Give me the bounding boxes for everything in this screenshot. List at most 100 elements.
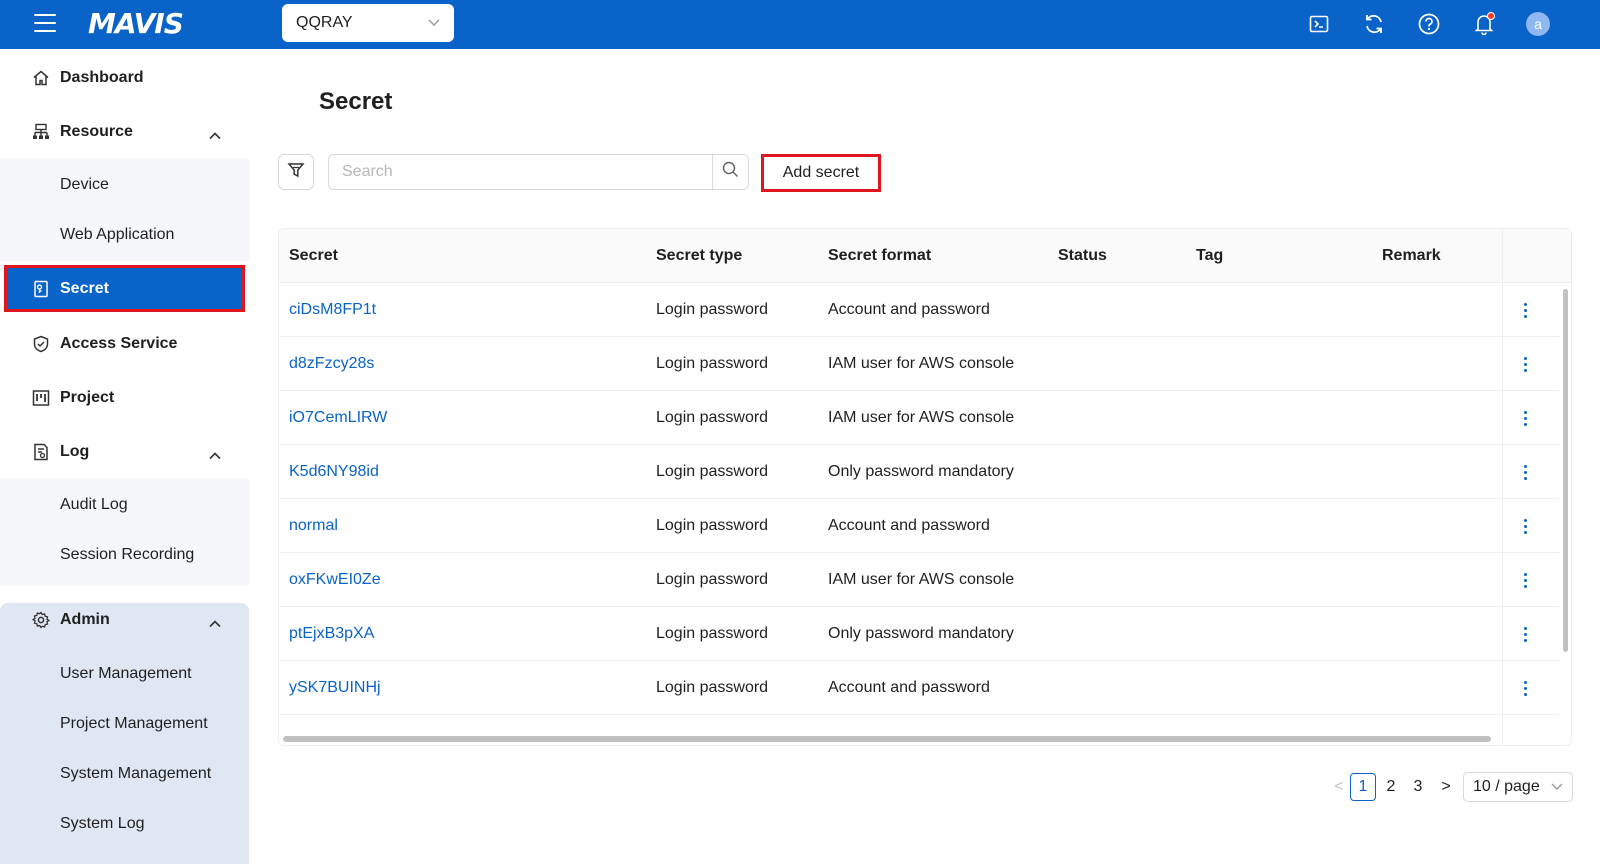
sidebar-item-log[interactable]: Log: [0, 425, 249, 479]
secret-name-link[interactable]: iO7CemLIRW: [289, 391, 387, 445]
table-row: iO7CemLIRW Login password IAM user for AWS…: [279, 391, 1559, 445]
sidebar-item-project-management[interactable]: Project Management: [0, 699, 249, 749]
secret-name-link[interactable]: K5d6NY98id: [289, 445, 379, 499]
pagination-page-1[interactable]: 1: [1350, 773, 1376, 801]
app-logo: MAVIS: [88, 7, 184, 40]
sidebar-item-label: Project: [60, 389, 115, 406]
column-header-secret-format: Secret format: [828, 247, 932, 264]
sidebar-item-label: Log: [60, 443, 90, 460]
notification-dot: [1487, 12, 1495, 20]
sidebar-item-web-application[interactable]: Web Application: [0, 210, 249, 260]
chevron-up-icon: [209, 127, 221, 145]
secret-name-link[interactable]: ySK7BUINHj: [289, 661, 381, 715]
sidebar: Dashboard Resource Device Web Applicatio…: [0, 49, 249, 864]
secret-format-cell: Only password mandatory: [828, 625, 1014, 642]
page-size-value: 10 / page: [1473, 778, 1540, 795]
sidebar-item-label: Dashboard: [60, 69, 144, 86]
key-file-icon: [32, 280, 50, 298]
column-header-tag: Tag: [1196, 247, 1224, 264]
add-secret-button[interactable]: Add secret: [761, 154, 881, 192]
search-button[interactable]: [712, 155, 748, 189]
horizontal-scrollbar[interactable]: [283, 736, 1491, 742]
pagination-prev-button[interactable]: <: [1326, 773, 1352, 801]
menu-icon[interactable]: [34, 14, 56, 32]
bell-icon[interactable]: [1472, 12, 1496, 36]
more-actions-icon[interactable]: [1515, 514, 1535, 538]
more-actions-icon[interactable]: [1515, 676, 1535, 700]
sidebar-item-session-recording[interactable]: Session Recording: [0, 530, 249, 580]
column-header-remark: Remark: [1382, 247, 1441, 264]
sidebar-item-admin[interactable]: Admin: [0, 593, 249, 647]
more-actions-icon[interactable]: [1515, 568, 1535, 592]
sidebar-item-label: Secret: [60, 279, 109, 297]
pagination-next-button[interactable]: >: [1433, 773, 1459, 801]
more-actions-icon[interactable]: [1515, 622, 1535, 646]
more-actions-icon[interactable]: [1515, 406, 1535, 430]
secret-name-link[interactable]: d8zFzcy28s: [289, 337, 374, 391]
search-box: [328, 154, 749, 190]
secret-type-cell: Login password: [656, 463, 769, 480]
pagination-page-3[interactable]: 3: [1405, 773, 1431, 801]
avatar[interactable]: a: [1526, 12, 1550, 36]
secret-name-link[interactable]: ciDsM8FP1t: [289, 283, 376, 337]
sidebar-item-resource[interactable]: Resource: [0, 105, 249, 159]
chevron-up-icon: [209, 447, 221, 465]
search-icon: [722, 161, 739, 183]
sidebar-item-audit-log[interactable]: Audit Log: [0, 480, 249, 530]
log-file-icon: [32, 443, 50, 461]
filter-icon: [287, 161, 305, 184]
table-row: normal Login password Account and password: [279, 499, 1559, 553]
more-actions-icon[interactable]: [1515, 460, 1535, 484]
refresh-icon[interactable]: [1362, 12, 1386, 36]
secret-type-cell: Login password: [656, 679, 769, 696]
project-board-icon: [32, 389, 50, 407]
filter-button[interactable]: [278, 154, 314, 190]
secret-type-cell: Login password: [656, 625, 769, 642]
sidebar-item-dashboard[interactable]: Dashboard: [0, 51, 249, 105]
sidebar-item-system-log[interactable]: System Log: [0, 799, 249, 849]
help-icon[interactable]: [1417, 12, 1441, 36]
chevron-up-icon: [209, 615, 221, 633]
table-row: d8zFzcy28s Login password IAM user for AWS…: [279, 337, 1559, 391]
page-title: Secret: [319, 88, 393, 115]
column-header-status: Status: [1058, 247, 1107, 264]
secret-format-cell: IAM user for AWS console: [828, 409, 1015, 426]
actions-column-divider: [1502, 229, 1503, 745]
secrets-table: Secret Secret type Secret format Status …: [278, 228, 1572, 746]
page-size-select[interactable]: 10 / page: [1463, 772, 1573, 802]
secret-name-link[interactable]: oxFKwEI0Ze: [289, 553, 381, 607]
secret-type-cell: Login password: [656, 409, 769, 426]
sidebar-item-label: Admin: [60, 611, 110, 628]
sidebar-item-project[interactable]: Project: [0, 371, 249, 425]
secret-type-cell: Login password: [656, 571, 769, 588]
more-actions-icon[interactable]: [1515, 352, 1535, 376]
secret-format-cell: Only password mandatory: [828, 463, 1014, 480]
shield-icon: [32, 335, 50, 353]
sidebar-item-device[interactable]: Device: [0, 160, 249, 210]
secret-format-cell: Account and password: [828, 301, 990, 318]
secret-format-cell: Account and password: [828, 679, 990, 696]
terminal-icon[interactable]: [1307, 12, 1331, 36]
chevron-down-icon: [1551, 778, 1563, 796]
sidebar-item-access-service[interactable]: Access Service: [0, 317, 249, 371]
secret-type-cell: Login password: [656, 517, 769, 534]
more-actions-icon[interactable]: [1515, 298, 1535, 322]
secret-name-link[interactable]: normal: [289, 499, 338, 553]
sidebar-item-system-management[interactable]: System Management: [0, 749, 249, 799]
secret-format-cell: IAM user for AWS console: [828, 355, 1015, 372]
sidebar-item-label: Resource: [60, 123, 133, 140]
sidebar-item-user-management[interactable]: User Management: [0, 649, 249, 699]
secret-type-cell: Login password: [656, 355, 769, 372]
table-row: K5d6NY98id Login password Only password ma…: [279, 445, 1559, 499]
search-input[interactable]: [329, 155, 712, 189]
sidebar-item-secret[interactable]: Secret: [4, 265, 245, 312]
secret-format-cell: Account and password: [828, 517, 990, 534]
sitemap-icon: [32, 123, 50, 141]
top-bar: MAVIS QQRAY a: [0, 0, 1600, 49]
vertical-scrollbar[interactable]: [1563, 289, 1568, 652]
secret-name-link[interactable]: ptEjxB3pXA: [289, 607, 374, 661]
gear-icon: [32, 611, 50, 629]
project-select[interactable]: QQRAY: [282, 4, 454, 42]
home-icon: [32, 69, 50, 87]
pagination-page-2[interactable]: 2: [1378, 773, 1404, 801]
